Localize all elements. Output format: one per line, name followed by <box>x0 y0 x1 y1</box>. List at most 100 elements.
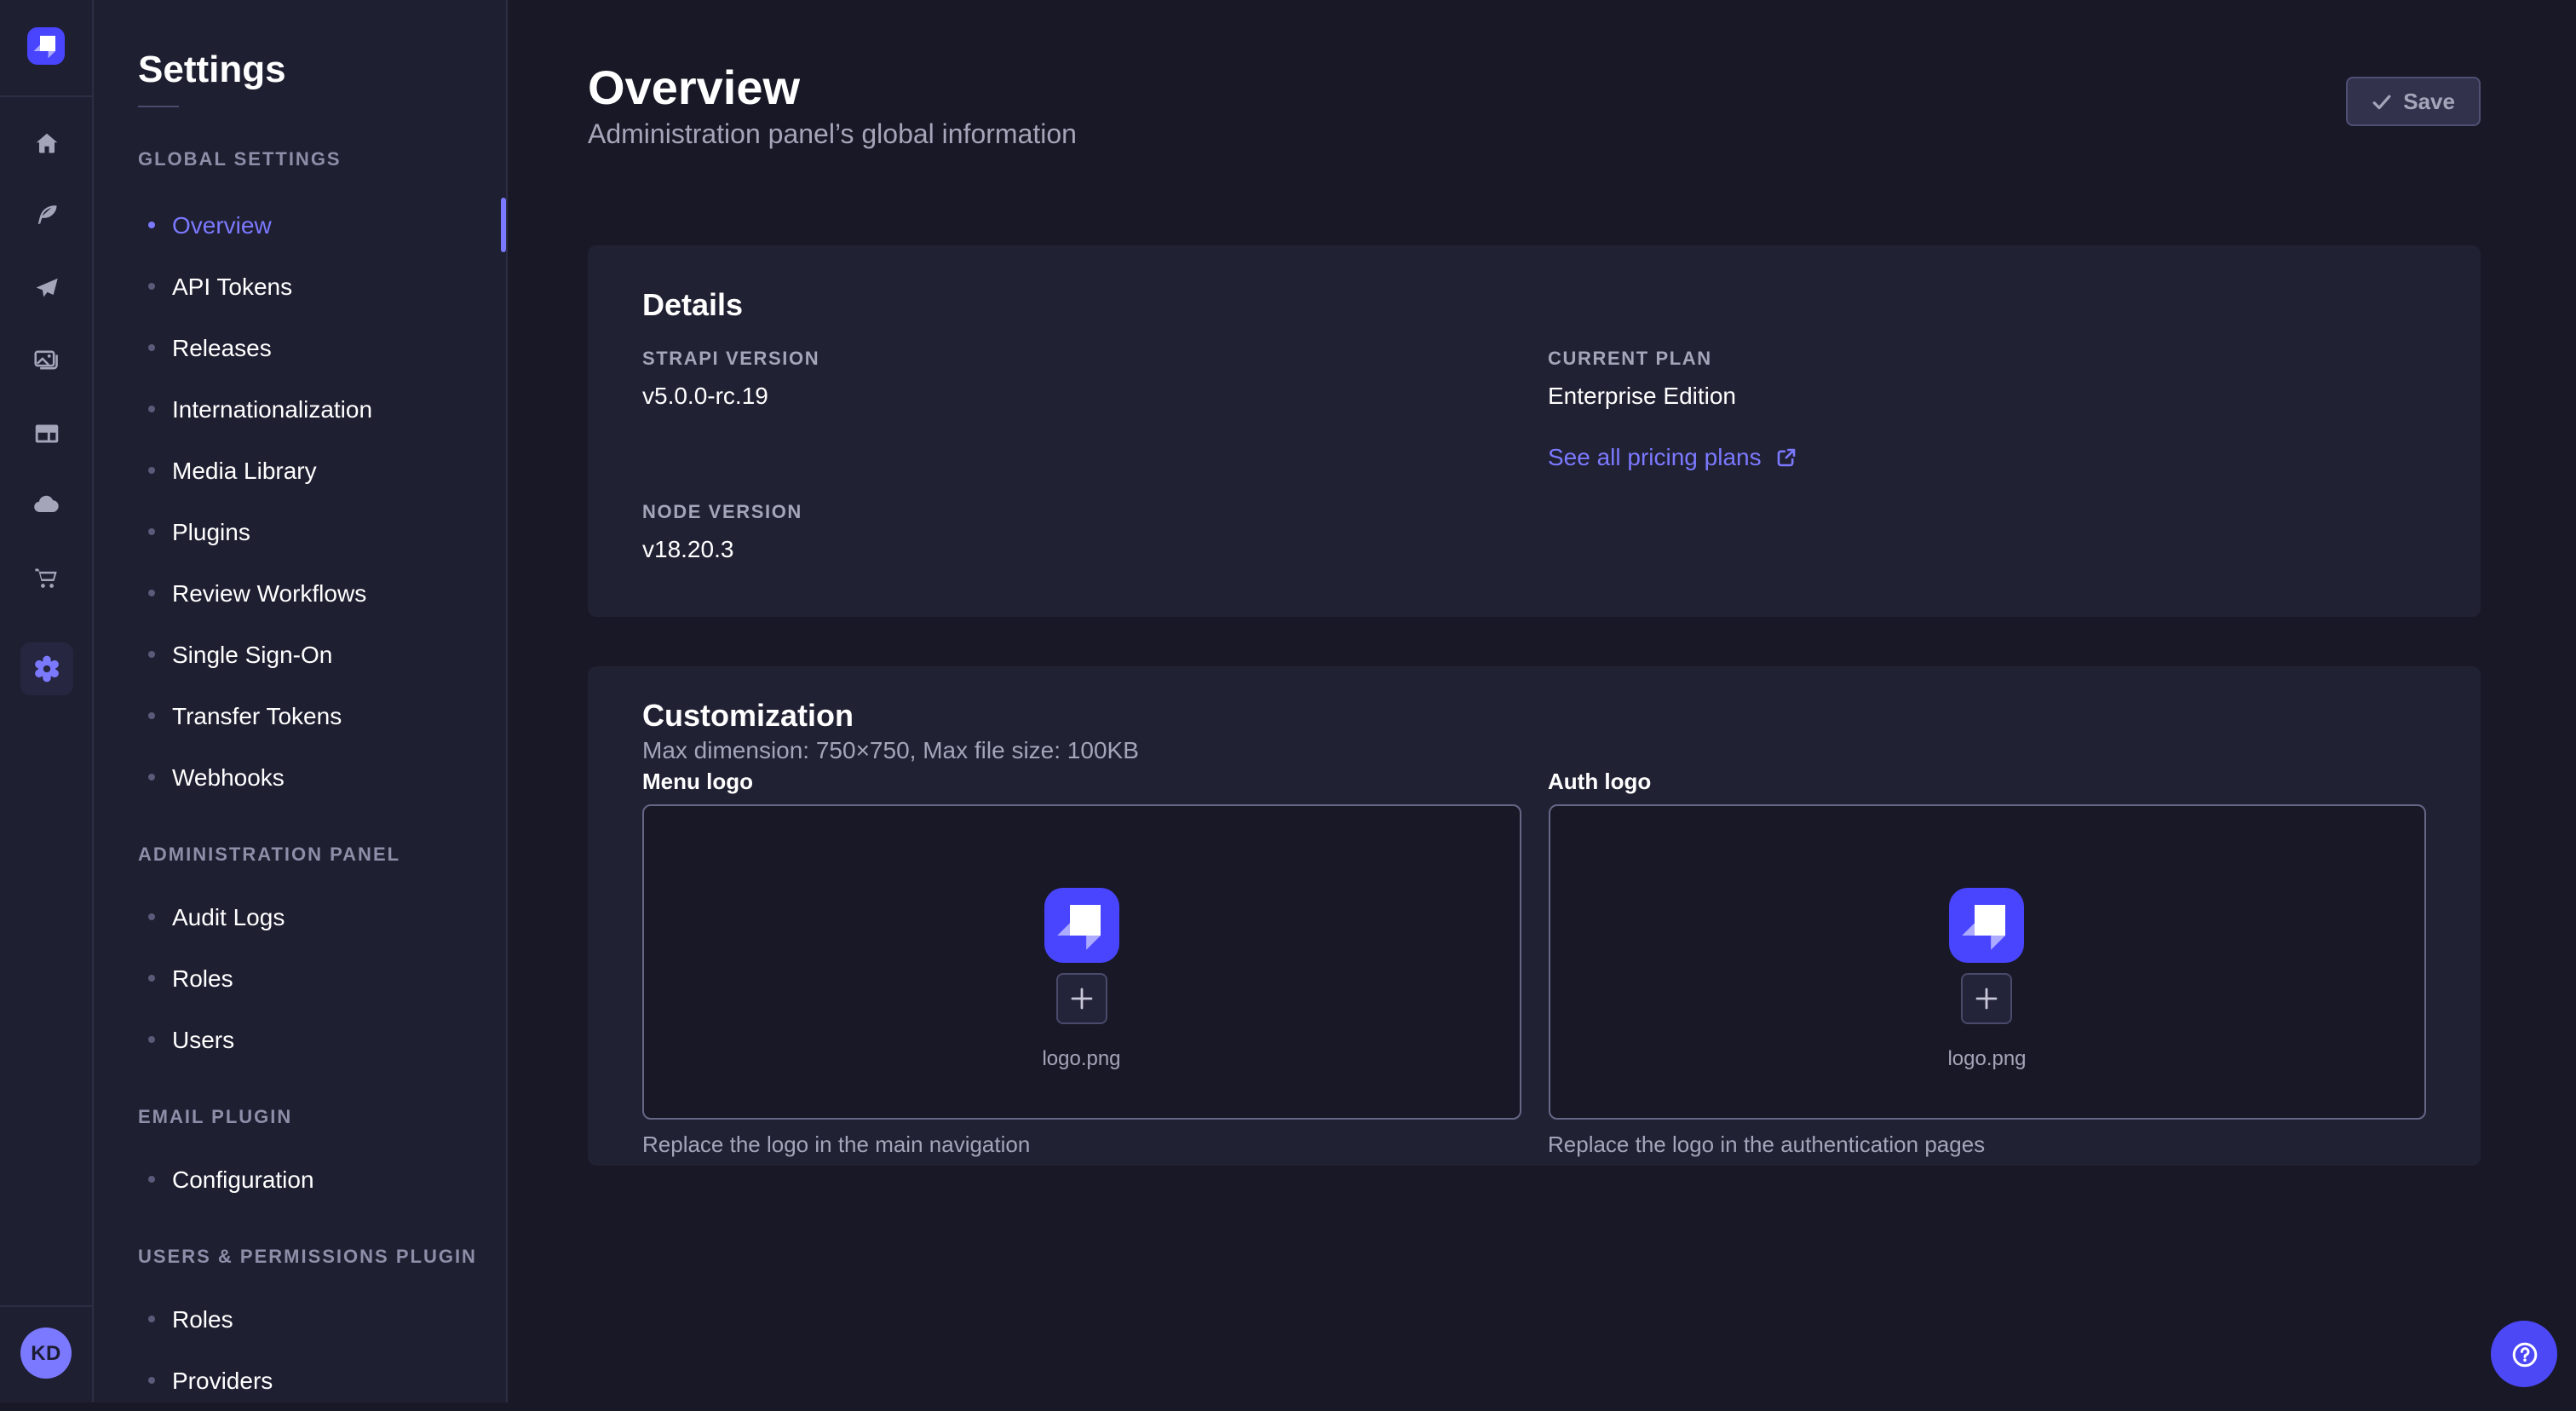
pricing-plans-link[interactable]: See all pricing plans <box>1548 440 1797 474</box>
bullet-icon <box>148 975 155 982</box>
subnav-item-label: Configuration <box>172 1166 314 1193</box>
check-icon <box>2371 91 2391 112</box>
subnav-section-label: GLOBAL SETTINGS <box>94 147 506 174</box>
menu-logo-upload-box[interactable]: logo.png <box>642 804 1521 1120</box>
subnav-item-transfer-tokens[interactable]: Transfer Tokens <box>94 685 506 746</box>
save-button[interactable]: Save <box>2345 77 2481 126</box>
customization-subtitle: Max dimension: 750×750, Max file size: 1… <box>642 734 2426 765</box>
subnav-title: Settings <box>138 48 286 92</box>
subnav-item-roles[interactable]: Roles <box>94 947 506 1009</box>
nav-media-library-button[interactable] <box>19 332 73 387</box>
menu-logo-add-button[interactable] <box>1056 973 1107 1024</box>
auth-logo-add-button[interactable] <box>1962 973 2013 1024</box>
auth-logo-caption: Replace the logo in the authentication p… <box>1548 1133 2426 1157</box>
bullet-icon <box>148 222 155 228</box>
auth-logo-column: Auth logo <box>1548 770 2426 1157</box>
subnav-item-plugins[interactable]: Plugins <box>94 501 506 562</box>
bullet-icon <box>148 913 155 920</box>
pricing-plans-link-label: See all pricing plans <box>1548 440 1762 474</box>
subnav-item-media-library[interactable]: Media Library <box>94 440 506 501</box>
subnav-item-single-sign-on[interactable]: Single Sign-On <box>94 624 506 685</box>
page-subtitle: Administration panel’s global informatio… <box>588 119 1077 153</box>
bullet-icon <box>148 1316 155 1322</box>
strapi-version-value: v5.0.0-rc.19 <box>642 378 1521 412</box>
rail-divider <box>0 95 92 97</box>
subnav-item-review-workflows[interactable]: Review Workflows <box>94 562 506 624</box>
bullet-icon <box>148 528 155 535</box>
subnav-section-label: USERS & PERMISSIONS PLUGIN <box>94 1227 506 1288</box>
auth-logo-label: Auth logo <box>1548 770 2426 794</box>
nav-home-button[interactable] <box>19 116 73 170</box>
subnav-item-roles[interactable]: Roles <box>94 1288 506 1350</box>
shopping-cart-icon <box>32 563 60 592</box>
subnav-item-providers[interactable]: Providers <box>94 1350 506 1411</box>
subnav-item-label: Internationalization <box>172 395 372 423</box>
bullet-icon <box>148 406 155 412</box>
customization-card-title: Customization <box>642 697 2426 734</box>
strapi-version-field: STRAPI VERSION v5.0.0-rc.19 <box>642 348 1521 412</box>
details-right-column: CURRENT PLAN Enterprise Edition See all … <box>1548 348 2426 566</box>
feather-icon <box>32 200 60 229</box>
paper-plane-icon <box>32 274 60 302</box>
bullet-icon <box>148 344 155 351</box>
main-content: Overview Administration panel’s global i… <box>508 0 2576 1402</box>
nav-marketplace-button[interactable] <box>19 550 73 605</box>
cloud-icon <box>31 489 61 520</box>
menu-logo-file-name: logo.png <box>1042 1045 1120 1072</box>
nav-content-type-builder-button[interactable] <box>19 406 73 460</box>
pictures-icon <box>32 345 60 374</box>
menu-logo-preview <box>1044 888 1119 963</box>
nav-content-manager-button[interactable] <box>19 187 73 242</box>
strapi-version-label: STRAPI VERSION <box>642 348 1521 371</box>
details-card: Details STRAPI VERSION v5.0.0-rc.19 NODE… <box>588 245 2481 617</box>
subnav-item-label: Plugins <box>172 518 250 545</box>
help-button[interactable] <box>2491 1321 2557 1387</box>
subnav-item-overview[interactable]: Overview <box>94 194 506 256</box>
nav-settings-button[interactable] <box>20 642 73 695</box>
user-avatar[interactable]: KD <box>20 1327 72 1379</box>
strapi-logo[interactable] <box>27 27 65 65</box>
subnav-item-label: Providers <box>172 1367 273 1394</box>
auth-logo-preview <box>1950 888 2025 963</box>
strapi-mark-icon <box>1044 888 1119 963</box>
subnav-item-label: Media Library <box>172 457 317 484</box>
strapi-logo-icon <box>27 27 65 65</box>
subnav-item-label: Roles <box>172 965 233 992</box>
current-plan-value: Enterprise Edition <box>1548 378 2426 412</box>
subnav-item-internationalization[interactable]: Internationalization <box>94 378 506 440</box>
auth-logo-upload-box[interactable]: logo.png <box>1548 804 2426 1120</box>
subnav-item-audit-logs[interactable]: Audit Logs <box>94 886 506 947</box>
subnav-item-label: Overview <box>172 211 272 239</box>
subnav-item-configuration[interactable]: Configuration <box>94 1149 506 1210</box>
bullet-icon <box>148 774 155 780</box>
current-plan-field: CURRENT PLAN Enterprise Edition <box>1548 348 2426 412</box>
details-card-title: Details <box>642 286 2426 324</box>
subnav-item-label: Audit Logs <box>172 903 285 930</box>
subnav-list: GLOBAL SETTINGS Overview API TokensRelease… <box>94 147 506 1411</box>
gear-icon <box>31 653 63 685</box>
plus-icon <box>1070 987 1094 1011</box>
external-link-icon <box>1775 446 1797 468</box>
nav-cloud-button[interactable] <box>19 477 73 532</box>
bullet-icon <box>148 1377 155 1384</box>
bullet-icon <box>148 467 155 474</box>
subnav-item-label: Single Sign-On <box>172 641 332 668</box>
bullet-icon <box>148 712 155 719</box>
node-version-value: v18.20.3 <box>642 532 1521 566</box>
subnav-title-divider <box>138 106 179 107</box>
subnav-item-api-tokens[interactable]: API Tokens <box>94 256 506 317</box>
node-version-field: NODE VERSION v18.20.3 <box>642 501 1521 566</box>
subnav-item-label: Users <box>172 1026 234 1053</box>
subnav-item-users[interactable]: Users <box>94 1009 506 1070</box>
subnav-section-label: ADMINISTRATION PANEL <box>94 825 506 886</box>
nav-deploy-button[interactable] <box>19 261 73 315</box>
subnav-item-webhooks[interactable]: Webhooks <box>94 746 506 808</box>
plus-icon <box>1975 987 1999 1011</box>
question-mark-icon <box>2507 1337 2541 1371</box>
customization-card: Customization Max dimension: 750×750, Ma… <box>588 666 2481 1166</box>
bullet-icon <box>148 1176 155 1183</box>
subnav-item-label: Transfer Tokens <box>172 702 342 729</box>
subnav-item-releases[interactable]: Releases <box>94 317 506 378</box>
bullet-icon <box>148 590 155 596</box>
bullet-icon <box>148 1036 155 1043</box>
